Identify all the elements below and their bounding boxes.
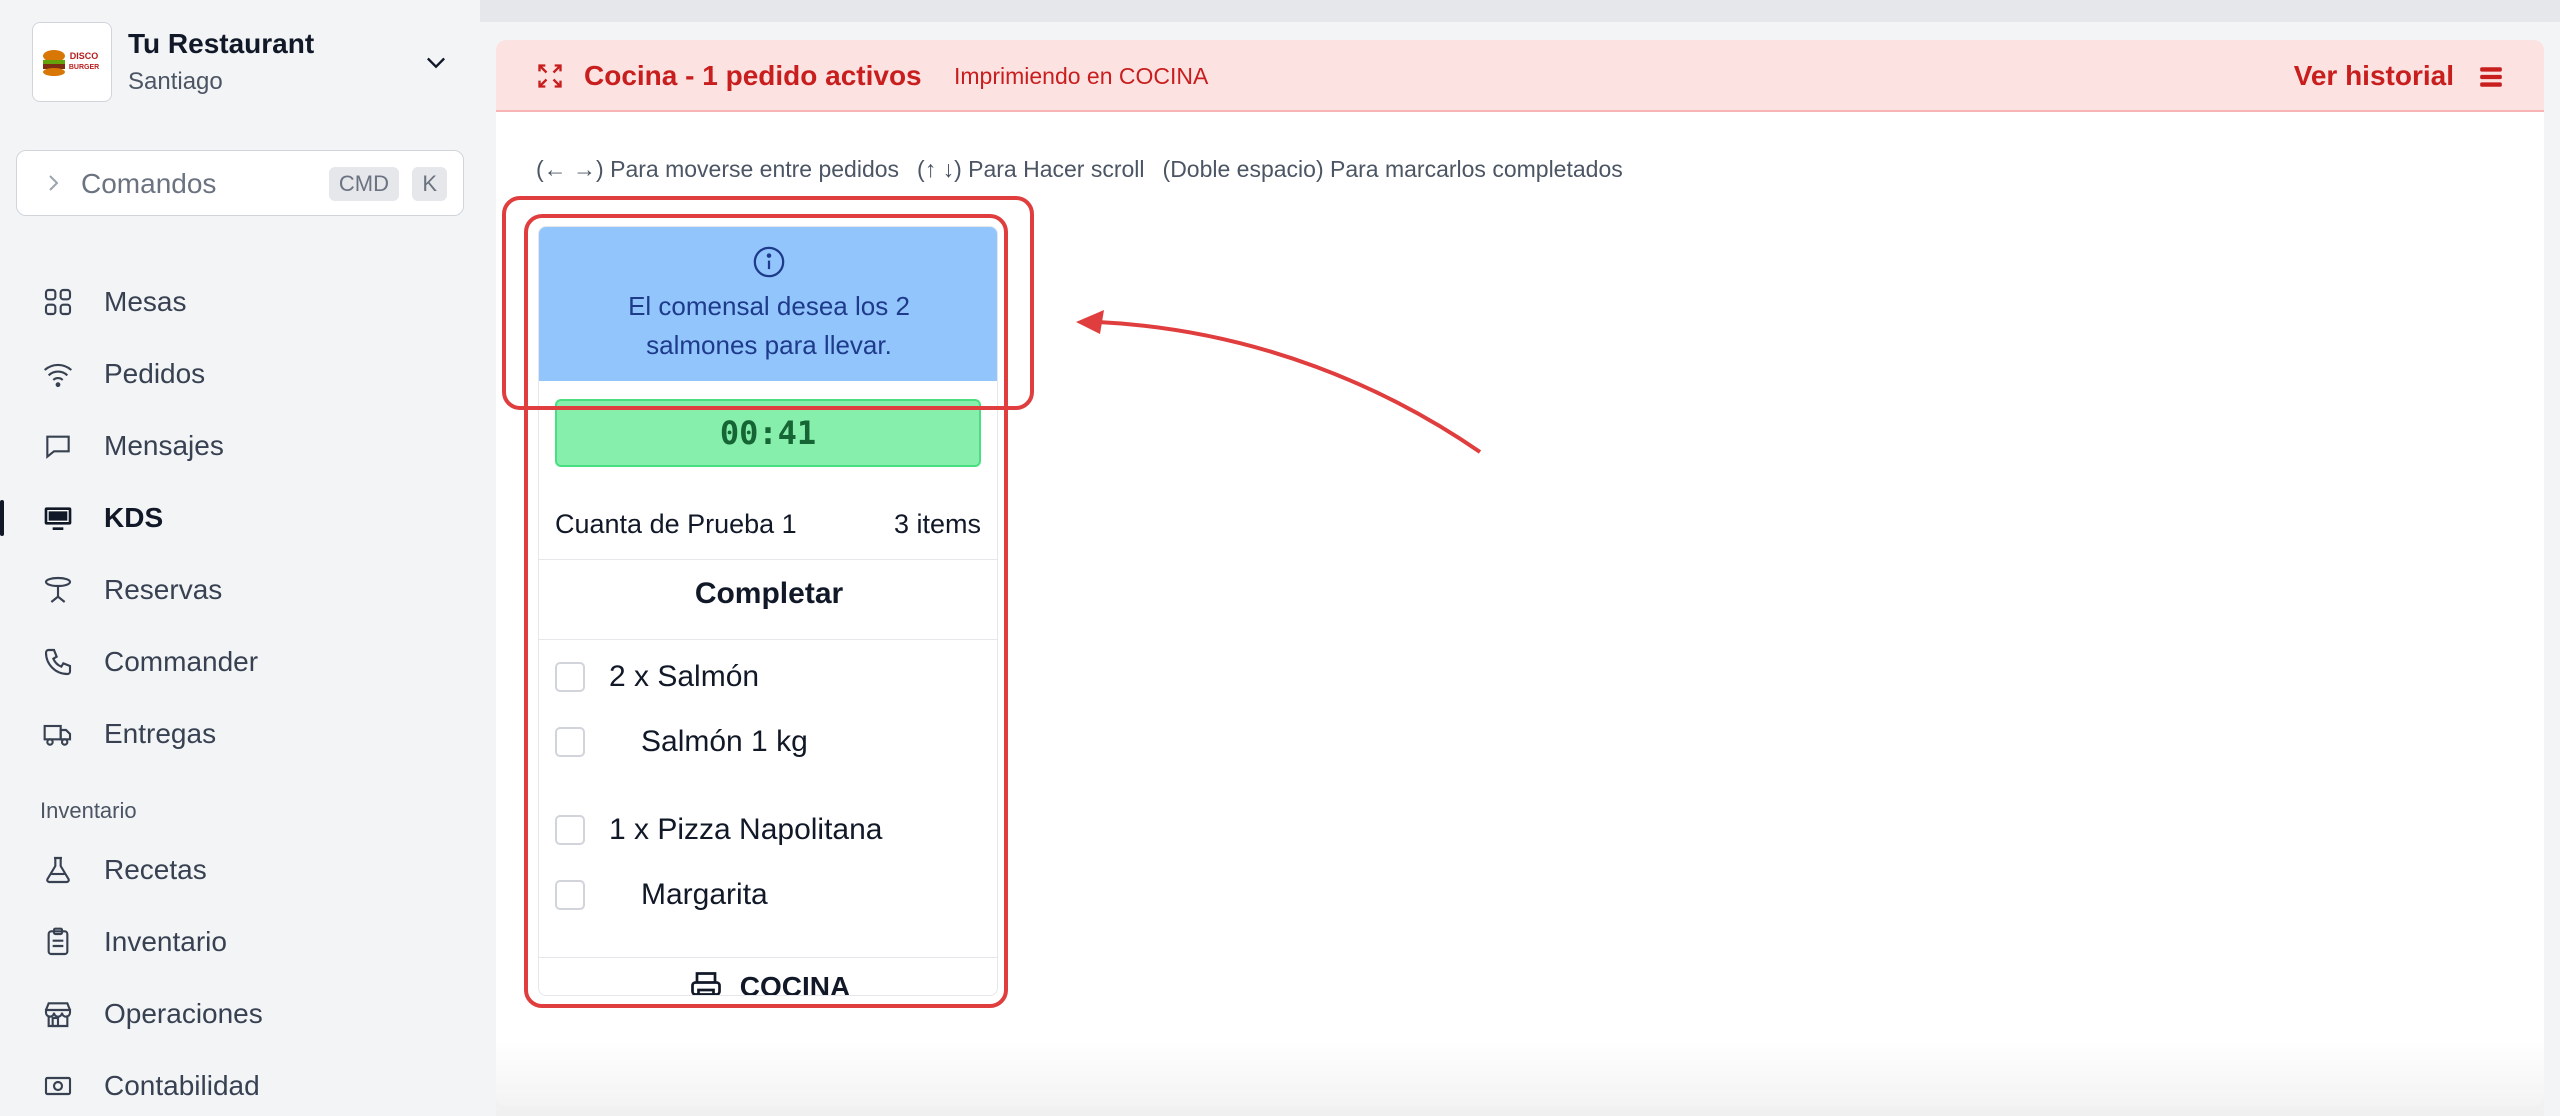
sidebar-item-label: Pedidos (104, 358, 206, 389)
sidebar-item-kds[interactable]: KDS (40, 490, 460, 546)
command-label: Comandos (81, 168, 217, 199)
truck-icon (40, 716, 76, 752)
annotation-arrow-icon (1076, 310, 1482, 454)
restaurant-city: Santiago (128, 68, 223, 95)
sidebar-item-label: Contabilidad (104, 1070, 260, 1101)
command-palette-button[interactable]: Comandos CMD K (16, 150, 464, 216)
sidebar-item-mensajes[interactable]: Mensajes (40, 418, 460, 474)
chevron-down-icon[interactable] (422, 48, 450, 76)
sidebar-item-reservas[interactable]: Reservas (40, 562, 460, 618)
clipboard-icon (40, 924, 76, 960)
annotation-highlight-note (502, 196, 1034, 410)
chat-bubble-icon (40, 428, 76, 464)
wifi-icon (40, 356, 76, 392)
sidebar-item-commander[interactable]: Commander (40, 634, 460, 690)
sidebar-item-pedidos[interactable]: Pedidos (40, 346, 460, 402)
history-link[interactable]: Ver historial (2294, 60, 2454, 92)
restaurant-logo: DISCO BURGER (32, 22, 112, 102)
shortcut-k-key: K (412, 167, 447, 201)
restaurant-name: Tu Restaurant (128, 28, 315, 59)
sidebar-item-label: Commander (104, 646, 259, 677)
sidebar-item-label: Reservas (104, 574, 223, 605)
sidebar-item-label: Mesas (104, 286, 187, 317)
sidebar-item-mesas[interactable]: Mesas (40, 274, 460, 330)
chevron-right-icon (49, 175, 59, 191)
shortcut-cmd-key: CMD (328, 167, 399, 201)
sidebar-item-label: Operaciones (104, 998, 263, 1029)
grid-icon (40, 284, 76, 320)
restaurant-switcher[interactable]: DISCO BURGER Tu Restaurant Santiago (32, 22, 458, 102)
section-label-inventario: Inventario (40, 798, 137, 823)
svg-text:DISCO: DISCO (70, 51, 99, 61)
monitor-icon (40, 500, 76, 536)
station-title: Cocina - 1 pedido activos (584, 60, 922, 91)
table-icon (40, 572, 76, 608)
keyboard-hints: (← →) Para moverse entre pedidos (↑ ↓) P… (536, 156, 1623, 183)
sidebar-item-label: Mensajes (104, 430, 224, 461)
sidebar-item-label: Recetas (104, 854, 207, 885)
sidebar-item-operaciones[interactable]: Operaciones (40, 986, 460, 1042)
sidebar-item-label: KDS (104, 502, 164, 533)
station-banner: Cocina - 1 pedido activos Imprimiendo en… (496, 40, 2544, 112)
cash-icon (40, 1068, 76, 1104)
top-strip (480, 0, 2560, 22)
hint-scroll: (↑ ↓) Para Hacer scroll (917, 156, 1145, 182)
active-indicator (0, 500, 4, 536)
list-icon[interactable] (2478, 64, 2504, 90)
sidebar-item-recetas[interactable]: Recetas (40, 842, 460, 898)
flask-icon (40, 852, 76, 888)
sidebar-item-label: Inventario (104, 926, 227, 957)
sidebar-item-label: Entregas (104, 718, 217, 749)
hint-navigate: (← →) Para moverse entre pedidos (536, 156, 900, 182)
svg-text:BURGER: BURGER (69, 64, 99, 71)
hint-complete: (Doble espacio) Para marcarlos completad… (1162, 156, 1623, 182)
sidebar-item-contabilidad[interactable]: Contabilidad (40, 1058, 460, 1114)
sidebar: DISCO BURGER Tu Restaurant Santiago Coma… (0, 0, 480, 1116)
sidebar-item-entregas[interactable]: Entregas (40, 706, 460, 762)
printing-status: Imprimiendo en COCINA (954, 63, 1209, 89)
phone-icon (40, 644, 76, 680)
store-icon (40, 996, 76, 1032)
sidebar-item-inventario[interactable]: Inventario (40, 914, 460, 970)
expand-icon[interactable] (536, 62, 564, 90)
